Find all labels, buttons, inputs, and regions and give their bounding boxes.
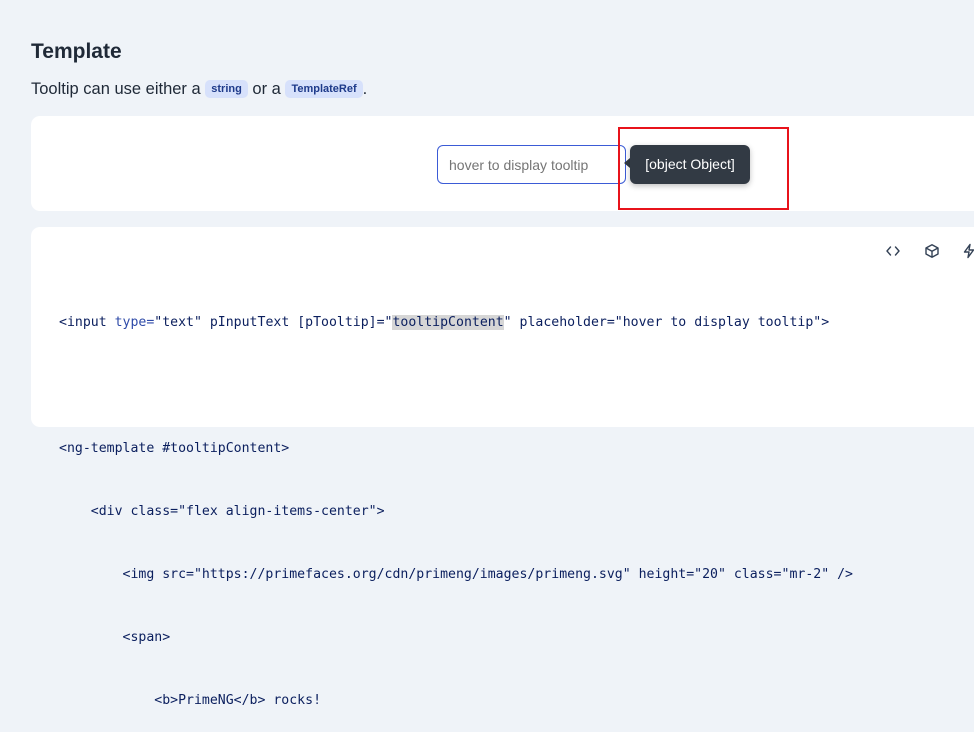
code-line: <div class="flex align-items-center"> <box>59 504 385 519</box>
desc-text-before: Tooltip can use either a <box>31 80 206 98</box>
code-line: <span> <box>59 630 171 645</box>
code-token: pInputText [pTooltip]=" <box>201 315 393 330</box>
desc-text-after: . <box>362 80 368 98</box>
code-line: <ng-template #tooltipContent> <box>59 441 290 456</box>
highlight-annotation-box <box>618 127 789 210</box>
code-token: type= <box>114 315 155 330</box>
desc-text-mid: or a <box>247 80 286 98</box>
tooltip-demo-input[interactable] <box>437 145 626 184</box>
code-icon[interactable] <box>882 240 904 262</box>
selected-token: tooltipContent <box>392 315 504 330</box>
code-token: "text" <box>154 315 202 330</box>
bolt-icon[interactable] <box>958 240 974 262</box>
box-icon[interactable] <box>921 240 943 262</box>
string-chip: string <box>205 80 248 98</box>
section-title: Template <box>31 40 122 63</box>
section-description: Tooltip can use either a string or a Tem… <box>31 80 367 99</box>
templateref-chip: TemplateRef <box>285 80 363 98</box>
code-line: <input type="text" pInputText [pTooltip]… <box>59 312 853 333</box>
code-token: <input <box>59 315 115 330</box>
code-token: " placeholder="hover to display tooltip"… <box>503 315 830 330</box>
code-block: <input type="text" pInputText [pTooltip]… <box>59 270 853 732</box>
code-line: <img src="https://primefaces.org/cdn/pri… <box>59 567 853 582</box>
code-line: <b>PrimeNG</b> rocks! <box>59 693 322 708</box>
